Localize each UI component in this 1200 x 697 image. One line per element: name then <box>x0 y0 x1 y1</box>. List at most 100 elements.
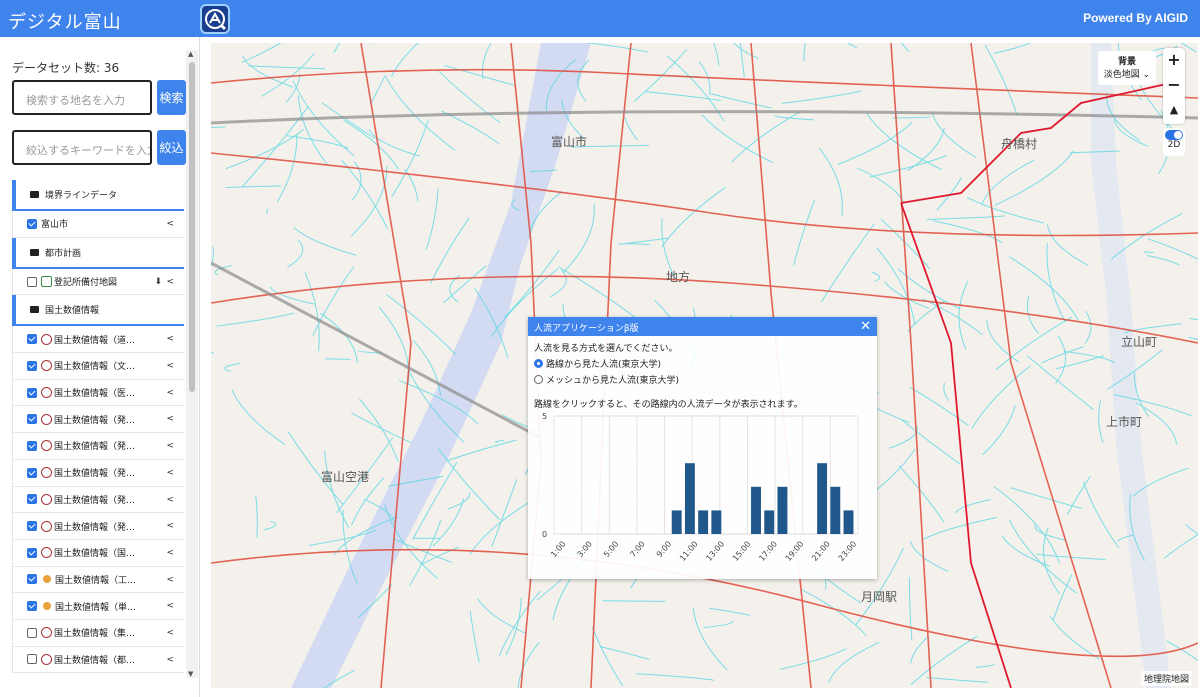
layer-type-icon <box>41 387 52 399</box>
layer-item[interactable]: 国土数値情報（道… < <box>12 326 184 354</box>
chart-bar[interactable] <box>684 463 695 534</box>
chart-bar[interactable] <box>830 486 841 534</box>
search-input[interactable]: 検索する地名を入力 <box>12 80 152 115</box>
share-icon[interactable]: < <box>166 521 174 531</box>
layer-category[interactable]: 境界ラインデータ <box>12 180 184 211</box>
share-icon[interactable]: < <box>166 628 174 638</box>
layer-item[interactable]: 国土数値情報（発… < <box>12 459 184 487</box>
share-icon[interactable]: < <box>166 468 174 478</box>
layer-item[interactable]: 国土数値情報（文… < <box>12 353 184 380</box>
layer-label: 国土数値情報（発… <box>54 415 136 426</box>
share-icon[interactable]: < <box>166 655 174 665</box>
layer-checkbox[interactable] <box>27 276 37 287</box>
layer-category[interactable]: 国土数値情報 <box>12 295 184 327</box>
layer-label: 国土数値情報（発… <box>54 469 136 480</box>
layer-checkbox[interactable] <box>27 574 37 585</box>
share-icon[interactable]: < <box>166 361 174 371</box>
share-icon[interactable]: < <box>166 219 174 229</box>
map-label-airport: 富山空港 <box>321 470 370 484</box>
layer-item[interactable]: 国土数値情報（工… < <box>12 566 184 594</box>
filter-input[interactable]: 絞込するキーワードを入力 <box>12 130 152 165</box>
layer-checkbox[interactable] <box>27 627 37 638</box>
radio-button[interactable] <box>534 375 543 384</box>
layer-checkbox[interactable] <box>27 440 37 451</box>
layer-item[interactable]: 国土数値情報（発… < <box>12 513 184 540</box>
share-icon[interactable]: < <box>166 388 174 398</box>
chart-bar[interactable] <box>777 486 788 534</box>
scroll-up-icon[interactable]: ▲ <box>188 50 193 58</box>
background-value[interactable]: 淡色地図 ⌄ <box>1098 67 1156 80</box>
category-label: 境界ラインデータ <box>45 191 118 201</box>
radio-button[interactable] <box>534 359 543 368</box>
layer-item[interactable]: 国土数値情報（都… < <box>12 646 184 674</box>
toggle-switch[interactable] <box>1165 130 1183 140</box>
layer-label: 国土数値情報（国… <box>54 549 136 560</box>
layer-type-icon <box>41 467 52 479</box>
layer-item[interactable]: 国土数値情報（国… < <box>12 539 184 567</box>
background-selector[interactable]: 背景 淡色地図 ⌄ <box>1098 51 1156 85</box>
chart-bar[interactable] <box>671 510 682 534</box>
folder-icon <box>30 248 39 256</box>
layer-label: 国土数値情報（医… <box>54 389 136 400</box>
layer-checkbox[interactable] <box>27 467 37 478</box>
layer-type-icon <box>41 493 52 505</box>
share-icon[interactable]: < <box>166 441 174 451</box>
layer-checkbox[interactable] <box>27 387 37 398</box>
map-label-tsukioka: 月岡駅 <box>861 590 898 604</box>
layer-checkbox[interactable] <box>27 360 37 371</box>
compass-icon[interactable]: ▲ <box>1163 98 1185 123</box>
chart-bar[interactable] <box>817 463 828 534</box>
category-label: 都市計画 <box>45 248 82 259</box>
dimension-toggle[interactable]: 2D <box>1163 128 1185 156</box>
layer-checkbox[interactable] <box>27 521 37 532</box>
scroll-down-icon[interactable]: ▼ <box>188 670 193 678</box>
close-icon[interactable]: ✕ <box>860 319 871 334</box>
map-attribution[interactable]: 地理院地図 <box>1140 671 1192 686</box>
app-title[interactable]: デジタル富山 <box>8 8 122 34</box>
app-logo-icon[interactable] <box>200 4 230 34</box>
share-icon[interactable]: < <box>166 277 174 287</box>
share-icon[interactable]: < <box>166 334 174 344</box>
layer-checkbox[interactable] <box>27 654 37 665</box>
layer-item[interactable]: 富山市 < <box>12 211 184 238</box>
layer-item[interactable]: 国土数値情報（発… < <box>12 486 184 514</box>
layer-checkbox[interactable] <box>27 218 37 229</box>
layer-item[interactable]: 国土数値情報（発… < <box>12 433 184 460</box>
layer-item[interactable]: 国土数値情報（集… < <box>12 619 184 647</box>
layer-checkbox[interactable] <box>27 601 37 612</box>
share-icon[interactable]: < <box>166 548 174 558</box>
zoom-in-button[interactable]: + <box>1163 48 1185 73</box>
chart-bar[interactable] <box>843 510 854 534</box>
layer-checkbox[interactable] <box>27 334 37 345</box>
download-icon[interactable]: ⬇ <box>154 277 162 287</box>
filter-button[interactable]: 絞込 <box>157 130 186 165</box>
layer-checkbox[interactable] <box>27 494 37 505</box>
radio-mesh[interactable]: メッシュから見た人流(東京大学) <box>534 373 871 386</box>
layer-label: 国土数値情報（文… <box>54 362 136 373</box>
layer-category[interactable]: 都市計画 <box>12 237 184 269</box>
share-icon[interactable]: < <box>166 414 174 424</box>
chart-bar[interactable] <box>711 510 722 534</box>
chart-bar[interactable] <box>698 510 709 534</box>
share-icon[interactable]: < <box>166 495 174 505</box>
share-icon[interactable]: < <box>166 601 174 611</box>
x-tick-label: 5:00 <box>602 540 620 560</box>
chart-bar[interactable] <box>764 510 775 534</box>
zoom-out-button[interactable]: − <box>1163 73 1185 98</box>
layer-checkbox[interactable] <box>27 547 37 558</box>
popup-prompt: 人流を見る方式を選んでください。 <box>534 344 678 354</box>
search-button[interactable]: 検索 <box>157 80 186 115</box>
layer-type-icon <box>41 520 52 532</box>
layer-item[interactable]: 登記所備付地図 ⬇ < <box>12 268 184 296</box>
radio-route[interactable]: 路線から見た人流(東京大学) <box>534 357 871 370</box>
layer-item[interactable]: 国土数値情報（発… < <box>12 406 184 434</box>
layer-type-icon <box>41 333 52 345</box>
scroll-thumb[interactable] <box>189 62 195 392</box>
layer-item[interactable]: 国土数値情報（単… < <box>12 593 184 620</box>
chart-bar[interactable] <box>751 486 761 534</box>
layer-item[interactable]: 国土数値情報（医… < <box>12 379 184 407</box>
sidebar-scrollbar[interactable]: ▲ ▼ <box>186 50 198 678</box>
x-tick-label: 13:00 <box>704 540 726 563</box>
layer-checkbox[interactable] <box>27 414 37 425</box>
share-icon[interactable]: < <box>166 575 174 585</box>
